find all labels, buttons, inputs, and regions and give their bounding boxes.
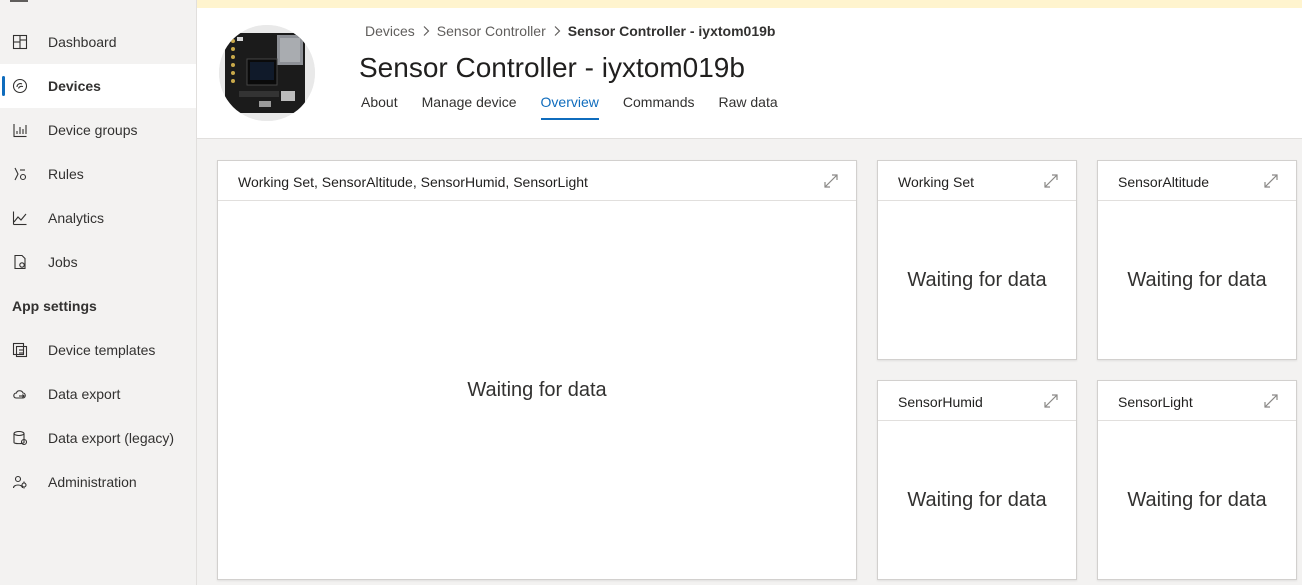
tab-overview[interactable]: Overview (540, 94, 600, 120)
sidebar-item-label: Jobs (48, 254, 78, 270)
sidebar-item-label: Device groups (48, 122, 138, 138)
expand-icon[interactable] (1262, 392, 1280, 410)
device-templates-icon (11, 341, 29, 359)
analytics-icon (11, 209, 29, 227)
rules-icon (11, 165, 29, 183)
sidebar-item-jobs[interactable]: Jobs (0, 240, 196, 284)
expand-icon[interactable] (1042, 392, 1060, 410)
tile-combined-telemetry: Working Set, SensorAltitude, SensorHumid… (217, 160, 857, 580)
sidebar-item-analytics[interactable]: Analytics (0, 196, 196, 240)
expand-icon[interactable] (822, 172, 840, 190)
breadcrumb: Devices Sensor Controller Sensor Control… (365, 23, 775, 39)
hamburger-menu-icon[interactable] (10, 0, 28, 2)
dashboard-icon (11, 33, 29, 51)
page-title: Sensor Controller - iyxtom019b (359, 52, 745, 83)
tile-header: Working Set (878, 161, 1076, 201)
data-export-legacy-icon (11, 429, 29, 447)
devices-icon (11, 77, 29, 95)
sidebar-item-devices[interactable]: Devices (0, 64, 196, 108)
waiting-status: Waiting for data (467, 379, 607, 401)
sidebar-item-label: Data export (48, 386, 121, 402)
sidebar-item-label: Devices (48, 78, 101, 94)
tile-title: SensorLight (1118, 394, 1193, 410)
sidebar-item-label: Rules (48, 166, 84, 182)
tile-sensor-altitude: SensorAltitude Waiting for data (1097, 160, 1297, 360)
tile-header: SensorHumid (878, 381, 1076, 421)
tile-working-set: Working Set Waiting for data (877, 160, 1077, 360)
sidebar-item-rules[interactable]: Rules (0, 152, 196, 196)
sidebar: Dashboard Devices Device groups Rules An… (0, 0, 197, 585)
sidebar-item-device-templates[interactable]: Device templates (0, 328, 196, 372)
tab-bar: About Manage device Overview Commands Ra… (361, 94, 802, 120)
tile-header: SensorAltitude (1098, 161, 1296, 201)
waiting-status: Waiting for data (1127, 269, 1267, 291)
device-image (219, 25, 315, 121)
tab-manage-device[interactable]: Manage device (422, 94, 517, 120)
sidebar-item-data-export-legacy[interactable]: Data export (legacy) (0, 416, 196, 460)
tile-title: Working Set, SensorAltitude, SensorHumid… (238, 174, 588, 190)
expand-icon[interactable] (1042, 172, 1060, 190)
sidebar-item-dashboard[interactable]: Dashboard (0, 20, 196, 64)
waiting-status: Waiting for data (907, 489, 1047, 511)
tile-sensor-humid: SensorHumid Waiting for data (877, 380, 1077, 580)
tab-raw-data[interactable]: Raw data (719, 94, 778, 120)
tile-header: Working Set, SensorAltitude, SensorHumid… (218, 161, 856, 201)
device-header: Devices Sensor Controller Sensor Control… (197, 8, 1302, 139)
breadcrumb-current: Sensor Controller - iyxtom019b (567, 23, 776, 39)
breadcrumb-sensor-controller[interactable]: Sensor Controller (437, 23, 546, 39)
notification-banner (197, 0, 1302, 8)
tile-title: SensorHumid (898, 394, 983, 410)
tile-body: Waiting for data (1098, 422, 1296, 579)
administration-icon (11, 473, 29, 491)
sidebar-item-administration[interactable]: Administration (0, 460, 196, 504)
data-export-icon (11, 385, 29, 403)
waiting-status: Waiting for data (907, 269, 1047, 291)
section-title-app-settings: App settings (12, 298, 97, 314)
breadcrumb-devices[interactable]: Devices (365, 23, 415, 39)
sidebar-item-data-export[interactable]: Data export (0, 372, 196, 416)
jobs-icon (11, 253, 29, 271)
expand-icon[interactable] (1262, 172, 1280, 190)
device-groups-icon (11, 121, 29, 139)
tile-body: Waiting for data (878, 422, 1076, 579)
tile-title: Working Set (898, 174, 974, 190)
tile-body: Waiting for data (878, 202, 1076, 359)
sidebar-item-label: Data export (legacy) (48, 430, 175, 446)
tile-title: SensorAltitude (1118, 174, 1210, 190)
chevron-right-icon (421, 25, 431, 37)
sidebar-item-device-groups[interactable]: Device groups (0, 108, 196, 152)
chevron-right-icon (552, 25, 562, 37)
main-content: Devices Sensor Controller Sensor Control… (197, 0, 1302, 585)
sidebar-item-label: Device templates (48, 342, 156, 358)
tab-commands[interactable]: Commands (623, 94, 695, 120)
waiting-status: Waiting for data (1127, 489, 1267, 511)
tile-body: Waiting for data (218, 202, 856, 579)
sidebar-item-label: Administration (48, 474, 137, 490)
tab-about[interactable]: About (361, 94, 398, 120)
tile-header: SensorLight (1098, 381, 1296, 421)
sidebar-item-label: Analytics (48, 210, 105, 226)
tile-body: Waiting for data (1098, 202, 1296, 359)
tile-sensor-light: SensorLight Waiting for data (1097, 380, 1297, 580)
sidebar-item-label: Dashboard (48, 34, 117, 50)
